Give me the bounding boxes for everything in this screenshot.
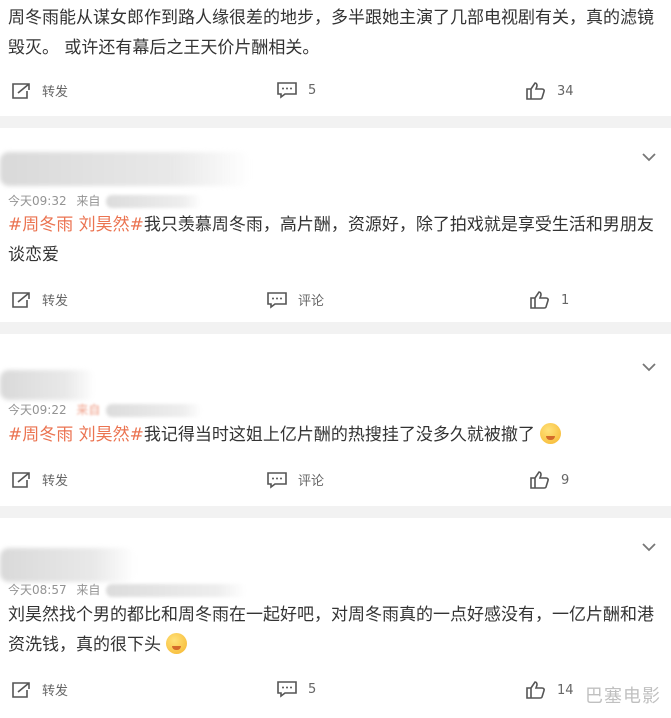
comment-meta: 今天09:32 来自	[8, 193, 203, 209]
comment-source: 来自	[76, 583, 101, 597]
comment-label: 评论	[298, 294, 325, 309]
source-blurred	[106, 404, 203, 417]
like-count: 9	[561, 472, 570, 488]
like-count: 14	[557, 682, 574, 698]
comment-button[interactable]: 评论	[266, 290, 324, 309]
comment-count: 5	[308, 681, 317, 697]
like-button[interactable]: 34	[525, 81, 574, 101]
comment-text: 周冬雨能从谋女郎作到路人缘很差的地步，多半跟她主演了几部电视剧有关，真的滤镜毁灭…	[8, 8, 654, 58]
like-count: 1	[561, 292, 570, 308]
comment-icon	[277, 82, 297, 99]
comment-time: 今天08:57	[8, 583, 67, 597]
repost-icon	[12, 471, 30, 488]
comment-source: 来自	[76, 194, 101, 208]
like-button[interactable]: 14	[525, 680, 574, 700]
username-blurred	[0, 152, 250, 186]
chevron-down-icon[interactable]	[641, 362, 657, 372]
thumbs-up-icon	[526, 681, 545, 699]
comment-time: 今天09:22	[8, 403, 67, 417]
comment-icon	[267, 471, 287, 489]
repost-label: 转发	[42, 474, 69, 489]
comment-icon	[267, 291, 287, 309]
thumbs-up-icon	[530, 471, 549, 489]
comment-meta: 今天08:57 来自	[8, 582, 247, 598]
chevron-down-icon[interactable]	[641, 542, 657, 552]
repost-label: 转发	[42, 294, 69, 309]
sweat-emoji	[166, 633, 188, 654]
comment-button[interactable]: 5	[276, 680, 316, 698]
comment-card-4: 今天08:57 来自 刘昊然找个男的都比和周冬雨在一起好吧，对周冬雨真的一点好感…	[0, 518, 671, 718]
drooling-emoji	[540, 423, 562, 444]
comment-text: 刘昊然找个男的都比和周冬雨在一起好吧，对周冬雨真的一点好感没有，一亿片酬和港资洗…	[8, 605, 654, 655]
repost-button[interactable]: 转发	[10, 680, 68, 699]
comment-text: #周冬雨 刘昊然#我只羡慕周冬雨，高片酬，资源好，除了拍戏就是享受生活和男朋友谈…	[8, 215, 654, 265]
repost-button[interactable]: 转发	[10, 81, 68, 100]
comment-button[interactable]: 5	[276, 81, 316, 99]
comment-source: 来自	[76, 403, 101, 417]
comment-icon	[277, 681, 297, 698]
repost-label: 转发	[42, 85, 69, 100]
comment-card-3: 今天09:22 来自 #周冬雨 刘昊然#我记得当时这姐上亿片酬的热搜挂了没多久就…	[0, 334, 671, 506]
hashtag-link[interactable]: #周冬雨 刘昊然#	[8, 215, 144, 235]
username-blurred	[0, 370, 95, 400]
repost-button[interactable]: 转发	[10, 290, 68, 309]
comment-meta: 今天09:22 来自	[8, 402, 203, 418]
comment-card-2: 今天09:32 来自 #周冬雨 刘昊然#我只羡慕周冬雨，高片酬，资源好，除了拍戏…	[0, 128, 671, 322]
source-blurred	[106, 195, 203, 208]
comment-card-1: 周冬雨能从谋女郎作到路人缘很差的地步，多半跟她主演了几部电视剧有关，真的滤镜毁灭…	[0, 0, 671, 116]
comment-label: 评论	[298, 474, 325, 489]
source-blurred	[106, 584, 247, 597]
chevron-down-icon[interactable]	[641, 152, 657, 162]
comment-button[interactable]: 评论	[266, 470, 324, 489]
comment-count: 5	[308, 82, 317, 98]
watermark: 巴塞电影	[585, 686, 661, 707]
comment-time: 今天09:32	[8, 194, 67, 208]
hashtag-link[interactable]: #周冬雨 刘昊然#	[8, 425, 144, 445]
repost-label: 转发	[42, 684, 69, 699]
repost-icon	[12, 82, 30, 99]
like-button[interactable]: 1	[529, 290, 569, 310]
repost-button[interactable]: 转发	[10, 470, 68, 489]
repost-icon	[12, 681, 30, 698]
like-count: 34	[557, 83, 574, 99]
repost-icon	[12, 291, 30, 308]
like-button[interactable]: 9	[529, 470, 569, 490]
username-blurred	[0, 548, 135, 582]
comment-text: #周冬雨 刘昊然#我记得当时这姐上亿片酬的热搜挂了没多久就被撤了	[8, 420, 659, 450]
thumbs-up-icon	[530, 291, 549, 309]
thumbs-up-icon	[526, 82, 545, 100]
